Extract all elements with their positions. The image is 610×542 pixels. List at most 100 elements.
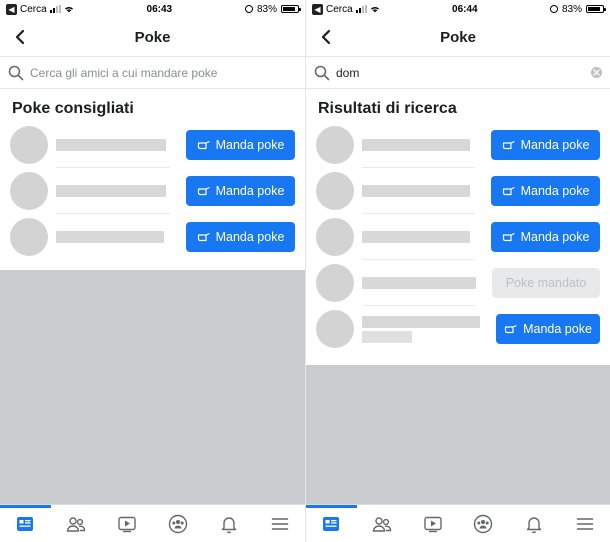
tab-watch[interactable]: [415, 506, 451, 542]
search-icon: [314, 65, 330, 80]
battery-icon: [586, 5, 606, 13]
clear-search-button[interactable]: [591, 67, 602, 78]
send-poke-button[interactable]: Manda poke: [491, 222, 600, 252]
send-poke-button[interactable]: Manda poke: [496, 314, 600, 344]
poke-screen-suggested: ◀ Cerca 06:43 83% Poke Poke consigliati …: [0, 0, 305, 542]
chevron-left-icon: [321, 29, 331, 45]
avatar[interactable]: [316, 264, 354, 302]
section-title: Risultati di ricerca: [318, 100, 457, 117]
send-poke-button[interactable]: Manda poke: [186, 222, 295, 252]
list-item: Manda poke: [306, 122, 610, 168]
news-feed-icon: [323, 516, 340, 531]
section-title: Poke consigliati: [12, 100, 134, 117]
status-time: 06:44: [452, 3, 478, 15]
tab-menu[interactable]: [567, 506, 603, 542]
avatar[interactable]: [316, 218, 354, 256]
send-poke-button[interactable]: Manda poke: [186, 130, 295, 160]
search-icon: [8, 65, 24, 80]
status-time: 06:43: [146, 3, 173, 15]
poke-hand-icon: [197, 232, 210, 242]
avatar[interactable]: [316, 310, 354, 348]
alarm-icon: [549, 5, 558, 13]
search-input[interactable]: [336, 65, 585, 80]
page-header: Poke: [0, 18, 305, 56]
menu-icon: [576, 517, 593, 530]
battery-percent: 83%: [256, 3, 277, 15]
tab-friends[interactable]: [364, 506, 400, 542]
list-item: Manda poke: [306, 168, 610, 214]
avatar[interactable]: [10, 126, 48, 164]
tab-friends[interactable]: [58, 506, 94, 542]
tab-groups[interactable]: [465, 506, 501, 542]
avatar[interactable]: [10, 172, 48, 210]
poke-sent-button: Poke mandato: [492, 268, 600, 298]
status-carrier: Cerca: [326, 3, 353, 15]
friend-name-redacted[interactable]: [56, 122, 170, 168]
list-item: Manda poke: [0, 168, 305, 214]
tab-news-feed[interactable]: [0, 504, 52, 542]
groups-icon: [168, 514, 188, 533]
empty-area: [0, 270, 305, 504]
friend-name-redacted[interactable]: [362, 306, 480, 352]
bottom-tab-bar: [0, 504, 305, 542]
signal-icon: [49, 5, 61, 13]
tab-menu[interactable]: [262, 506, 298, 542]
chevron-left-icon: [15, 29, 25, 45]
friends-icon: [372, 516, 392, 532]
menu-icon: [271, 517, 288, 530]
send-poke-button[interactable]: Manda poke: [491, 176, 600, 206]
avatar[interactable]: [10, 218, 48, 256]
poke-screen-search-results: ◀ Cerca 06:44 83% Poke Risultati di rice…: [305, 0, 610, 542]
avatar[interactable]: [316, 172, 354, 210]
wifi-icon: [64, 6, 73, 13]
poke-hand-icon: [197, 186, 210, 196]
friend-name-redacted[interactable]: [56, 214, 170, 260]
tab-watch[interactable]: [109, 506, 145, 542]
back-to-app-icon[interactable]: ◀: [6, 3, 17, 15]
poke-button-label: Manda poke: [523, 322, 592, 336]
tab-notifications[interactable]: [516, 506, 552, 542]
poke-button-label: Manda poke: [215, 184, 285, 198]
tab-notifications[interactable]: [211, 506, 247, 542]
news-feed-icon: [17, 516, 34, 531]
groups-icon: [474, 514, 493, 533]
battery-fill: [283, 7, 295, 11]
poke-button-label: Poke mandato: [505, 276, 587, 290]
avatar[interactable]: [316, 126, 354, 164]
poke-button-label: Manda poke: [520, 138, 590, 152]
back-button[interactable]: [316, 27, 336, 47]
poke-hand-icon: [504, 324, 517, 334]
watch-icon: [423, 516, 442, 532]
poke-hand-icon: [502, 232, 515, 242]
back-button[interactable]: [10, 27, 30, 47]
tab-news-feed[interactable]: [306, 504, 358, 542]
tab-groups[interactable]: [160, 506, 196, 542]
friend-name-redacted[interactable]: [362, 168, 475, 214]
poke-button-label: Manda poke: [215, 138, 285, 152]
alarm-icon: [244, 5, 253, 13]
watch-icon: [118, 516, 136, 532]
suggestion-list: Manda poke Manda poke Manda poke: [0, 122, 305, 260]
bottom-tab-bar: [306, 504, 610, 542]
search-input[interactable]: [30, 65, 297, 80]
search-bar[interactable]: [306, 56, 610, 89]
friend-name-redacted[interactable]: [362, 214, 475, 260]
send-poke-button[interactable]: Manda poke: [186, 176, 295, 206]
list-item: Manda poke: [306, 306, 610, 352]
search-bar[interactable]: [0, 56, 305, 89]
back-to-app-icon[interactable]: ◀: [312, 3, 323, 15]
friends-icon: [67, 516, 86, 532]
poke-button-label: Manda poke: [520, 184, 590, 198]
friend-name-redacted[interactable]: [362, 122, 475, 168]
page-title: Poke: [134, 28, 171, 46]
send-poke-button[interactable]: Manda poke: [491, 130, 600, 160]
battery-fill: [588, 7, 600, 11]
friend-name-redacted[interactable]: [56, 168, 170, 214]
wifi-icon: [370, 6, 379, 13]
status-bar: ◀ Cerca 06:44 83%: [306, 0, 610, 18]
search-result-list: Manda poke Manda poke Manda poke Poke ma…: [306, 122, 610, 352]
friend-name-redacted[interactable]: [362, 260, 476, 306]
notifications-icon: [221, 516, 236, 533]
list-item: Manda poke: [0, 122, 305, 168]
battery-percent: 83%: [561, 3, 582, 15]
